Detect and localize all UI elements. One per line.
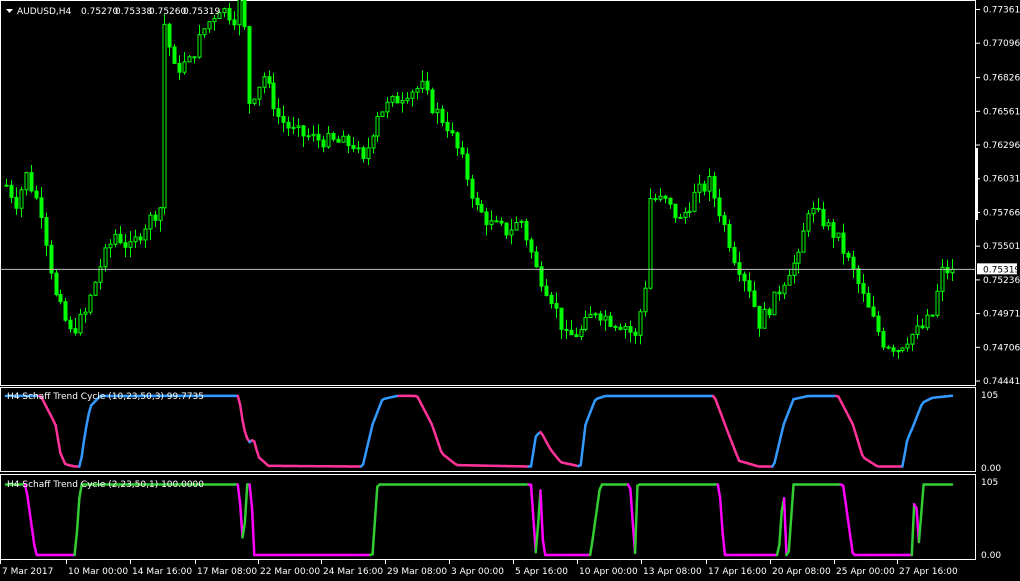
time-tick-label: 10 Mar 00:00 bbox=[68, 567, 128, 577]
candle bbox=[648, 188, 653, 290]
candle bbox=[172, 43, 177, 64]
candle bbox=[247, 25, 252, 114]
candle bbox=[88, 293, 93, 315]
time-tick-label: 14 Mar 16:00 bbox=[132, 567, 192, 577]
price-tick-label: 0.76561 bbox=[983, 107, 1020, 117]
time-tick-label: 7 Mar 2017 bbox=[2, 567, 53, 577]
time-tick-label: 29 Mar 08:00 bbox=[387, 567, 447, 577]
price-tick-label: 0.75766 bbox=[983, 208, 1020, 218]
price-tick-label: 0.76826 bbox=[983, 74, 1020, 84]
stc-2-tick-top: 105 bbox=[981, 478, 998, 488]
candle bbox=[930, 314, 935, 317]
candle bbox=[54, 269, 59, 297]
time-tick-label: 17 Apr 16:00 bbox=[708, 567, 767, 577]
time-tick-label: 22 Mar 00:00 bbox=[260, 567, 320, 577]
price-tick-label: 0.76031 bbox=[983, 175, 1020, 185]
price-tick-label: 0.74441 bbox=[983, 377, 1020, 387]
candle bbox=[727, 219, 732, 252]
ohlc-close: 0.75319 bbox=[183, 7, 220, 17]
price-tick-label: 0.74706 bbox=[983, 343, 1020, 353]
time-tick-label: 13 Apr 08:00 bbox=[643, 567, 702, 577]
price-tick-label: 0.77096 bbox=[983, 39, 1020, 49]
time-tick-label: 27 Apr 16:00 bbox=[899, 567, 958, 577]
candle bbox=[63, 297, 68, 322]
stc-1-title: H4 Schaff Trend Cycle (10,23,50,3) 99.77… bbox=[7, 392, 204, 402]
stc-1-tick-top: 105 bbox=[981, 391, 998, 401]
price-tick-label: 0.75501 bbox=[983, 242, 1020, 252]
trading-chart[interactable]: 0.77361 0.77096 0.76826 0.76561 0.76296 0.760… bbox=[0, 0, 1020, 581]
current-price-label: 0.75319 bbox=[977, 263, 1020, 275]
price-tick-label: 0.74971 bbox=[983, 310, 1020, 320]
time-tick-label: 20 Apr 08:00 bbox=[772, 567, 831, 577]
ohlc-open: 0.75270 bbox=[81, 7, 118, 17]
candle bbox=[162, 14, 167, 215]
candle bbox=[93, 281, 98, 296]
price-tick-label: 0.76296 bbox=[983, 141, 1020, 151]
candle bbox=[772, 291, 777, 316]
chart-background bbox=[0, 0, 1020, 581]
price-tick-label: 0.75236 bbox=[983, 276, 1020, 286]
stc-2-tick-bottom: 0.00 bbox=[981, 551, 1001, 561]
ohlc-low: 0.75260 bbox=[149, 7, 186, 17]
time-tick-label: 3 Apr 00:00 bbox=[451, 567, 504, 577]
candle bbox=[242, 0, 247, 30]
time-tick-label: 25 Apr 00:00 bbox=[836, 567, 895, 577]
scroll-indicator bbox=[976, 148, 978, 220]
time-tick-label: 17 Mar 08:00 bbox=[197, 567, 257, 577]
candle bbox=[49, 240, 54, 280]
price-tick-label: 0.77361 bbox=[983, 6, 1020, 16]
candle bbox=[380, 111, 385, 118]
ohlc-high: 0.75338 bbox=[115, 7, 152, 17]
time-tick-label: 10 Apr 00:00 bbox=[579, 567, 638, 577]
stc-2-title: H4 Schaff Trend Cycle (2,23,50,1) 100.00… bbox=[7, 480, 204, 490]
time-tick-label: 5 Apr 16:00 bbox=[515, 567, 568, 577]
stc-1-tick-bottom: 0.00 bbox=[981, 464, 1001, 474]
symbol-title: AUDUSD,H4 bbox=[17, 7, 72, 17]
candle bbox=[430, 87, 435, 115]
time-tick-label: 24 Mar 16:00 bbox=[323, 567, 383, 577]
current-price-text: 0.75319 bbox=[983, 265, 1020, 275]
